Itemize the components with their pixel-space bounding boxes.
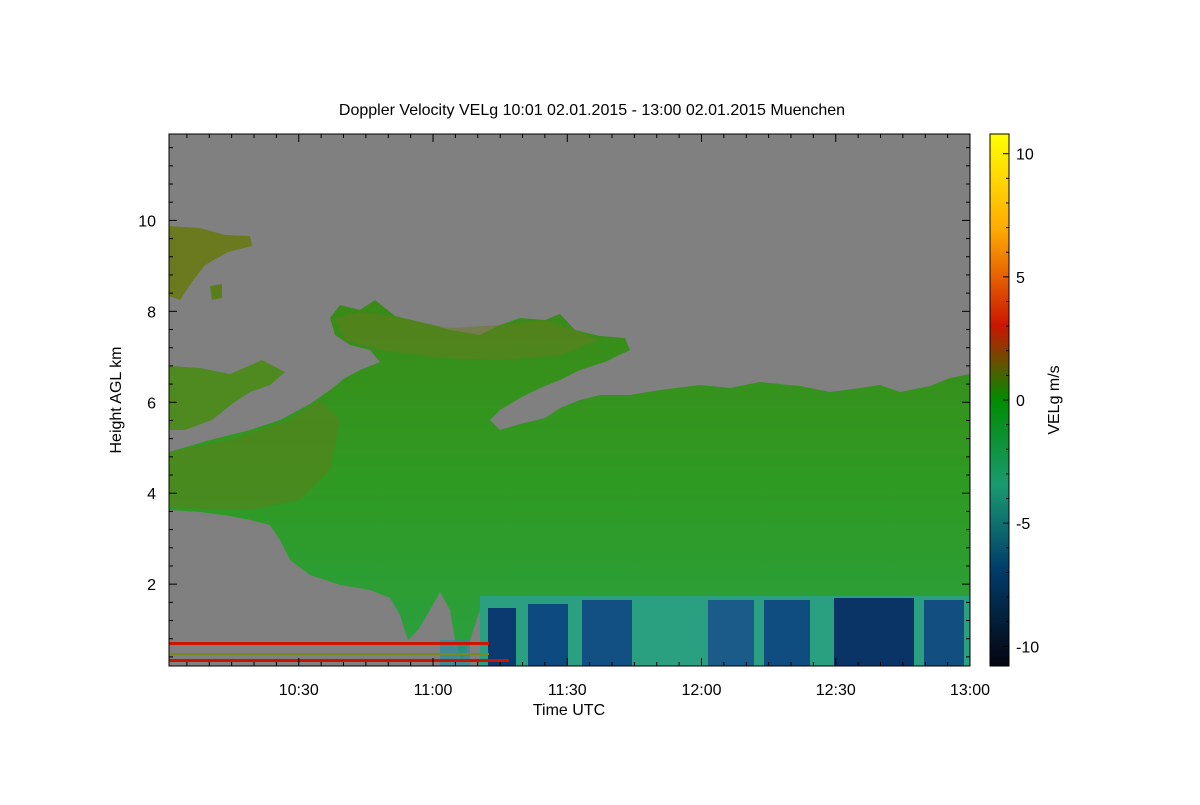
x-tick-label: 13:00	[950, 682, 990, 699]
colorbar-tick-label: -5	[1016, 516, 1030, 533]
upper-cloud-tail	[210, 284, 222, 300]
chart-svg: Doppler Velocity VELg 10:01 02.01.2015 -…	[108, 102, 1063, 719]
colorbar-tick-label: 0	[1016, 393, 1025, 410]
y-tick-label: 8	[147, 304, 156, 321]
y-tick-label: 4	[147, 486, 156, 503]
chart-title: Doppler Velocity VELg 10:01 02.01.2015 -…	[339, 102, 845, 119]
downdraft-band-6	[834, 598, 914, 666]
downdraft-band-5	[764, 600, 810, 666]
ground-stripe-1	[169, 642, 489, 645]
downdraft-band-2	[528, 604, 568, 666]
x-tick-label: 11:30	[548, 682, 587, 699]
colorbar-label: VELg m/s	[1046, 365, 1063, 434]
x-tick-label: 12:00	[681, 682, 721, 699]
colorbar-tick-label: 5	[1016, 270, 1025, 287]
downdraft-band-3	[582, 600, 632, 666]
y-axis-label: Height AGL km	[108, 346, 125, 453]
plot-area	[169, 134, 970, 666]
x-tick-label: 10:30	[279, 682, 319, 699]
downdraft-band-1	[488, 608, 516, 666]
y-tick-label: 10	[138, 213, 156, 230]
x-axis-label: Time UTC	[533, 702, 605, 719]
downdraft-band-7	[924, 600, 964, 666]
x-tick-label: 11:00	[414, 682, 453, 699]
x-tick-label: 12:30	[816, 682, 856, 699]
downdraft-band-4	[708, 600, 754, 666]
ground-stripe-2	[169, 653, 489, 655]
colorbar-tick-label: 10	[1016, 147, 1034, 164]
y-tick-label: 2	[147, 577, 156, 594]
y-tick-label: 6	[147, 395, 156, 412]
doppler-velocity-chart: Doppler Velocity VELg 10:01 02.01.2015 -…	[0, 0, 1200, 800]
colorbar-tick-label: -10	[1016, 639, 1039, 656]
ground-stripe-3	[169, 659, 509, 662]
